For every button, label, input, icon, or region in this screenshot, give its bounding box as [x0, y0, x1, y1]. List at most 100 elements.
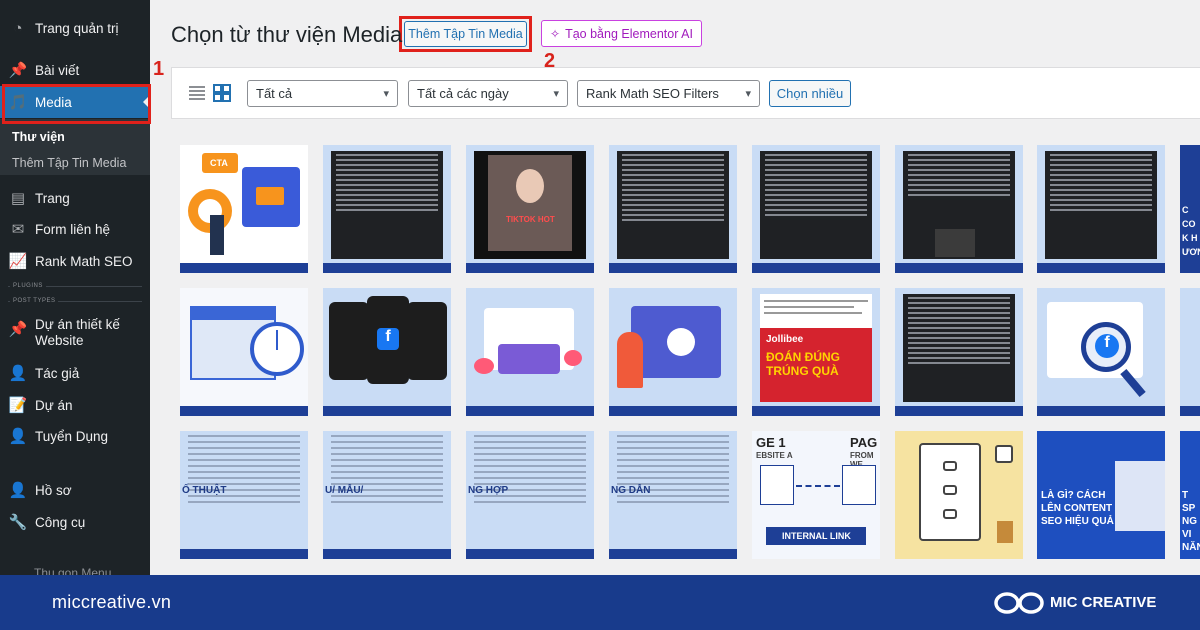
tile-caption: EBSITE A — [756, 451, 793, 460]
submenu-item-library[interactable]: Thư viện — [12, 130, 65, 144]
media-toolbar: Tất cả ▾ Tất cả các ngày ▾ Rank Math SEO… — [171, 67, 1200, 119]
footer-site: miccreative.vn — [52, 592, 172, 612]
facebook-post-preview — [331, 151, 443, 259]
brand-footer: miccreative.vn MIC CREATIVE — [0, 575, 1200, 630]
facebook-post-preview — [903, 294, 1015, 402]
select-multiple-button[interactable]: Chọn nhiều — [769, 80, 851, 107]
media-thumbnail[interactable]: f — [1037, 288, 1165, 416]
media-type-value: Tất cả — [256, 86, 293, 101]
thumbnail-band — [752, 263, 880, 273]
media-thumbnail[interactable]: f — [323, 288, 451, 416]
date-filter[interactable]: Tất cả các ngày ▾ — [408, 80, 568, 107]
sidebar-item-rank-math[interactable]: 📈 Rank Math SEO — [0, 245, 150, 277]
sidebar-item-recruitment[interactable]: 👤 Tuyển Dụng — [0, 420, 150, 452]
grid-view-icon[interactable] — [213, 84, 231, 102]
sidebar-item-label: Tác giả — [35, 365, 80, 381]
thumbnail-band — [609, 406, 737, 416]
collapse-menu[interactable]: Thu gọn Menu — [34, 566, 111, 575]
sidebar-item-label: Trang quản trị — [35, 20, 119, 36]
sidebar-item-label: Tuyển Dụng — [35, 428, 109, 444]
thumbnail-band — [180, 549, 308, 559]
document-icon: 📝 — [8, 396, 28, 414]
media-type-filter[interactable]: Tất cả ▾ — [247, 80, 398, 107]
media-thumbnail[interactable] — [609, 288, 737, 416]
media-thumbnail[interactable] — [895, 288, 1023, 416]
internal-link-label: INTERNAL LINK — [782, 531, 851, 541]
tiktok-label: TIKTOK HOT — [506, 215, 555, 224]
sidebar-item-profile[interactable]: 👤 Hồ sơ — [0, 474, 150, 506]
sidebar-item-web-projects[interactable]: 📌 Dự án thiết kế Website — [0, 317, 150, 357]
annotation-1: 1 — [153, 58, 165, 80]
sidebar-item-projects[interactable]: 📝 Dự án — [0, 389, 150, 421]
sidebar-item-posts[interactable]: 📌 Bài viết — [0, 54, 150, 86]
jollibee-brand: Jollibee — [766, 334, 804, 345]
sidebar-item-label: Trang — [35, 190, 70, 206]
sidebar-item-pages[interactable]: ▤ Trang — [0, 182, 150, 214]
sidebar-item-contact-form[interactable]: ✉ Form liên hệ — [0, 213, 150, 245]
tile-caption: U/ MẪU/ — [325, 485, 364, 496]
add-media-button[interactable]: Thêm Tập Tin Media — [404, 21, 527, 47]
chevron-down-icon: ▾ — [383, 88, 389, 100]
media-thumbnail[interactable]: Ố THUẬT — [180, 431, 308, 559]
thumbnail-band — [609, 549, 737, 559]
cta-label: CTA — [210, 158, 228, 168]
thumbnail-band — [609, 263, 737, 273]
media-thumbnail[interactable]: LÀ GÌ? CÁCH LÊN CONTENT SEO HIỆU QUẢ — [1037, 431, 1165, 559]
media-thumbnail[interactable] — [466, 288, 594, 416]
media-thumbnail[interactable] — [895, 431, 1023, 559]
sidebar-item-tools[interactable]: 🔧 Công cụ — [0, 506, 150, 538]
thumbnail-band — [323, 263, 451, 273]
media-thumbnail[interactable]: GE 1 PAG EBSITE A FROM WE INTERNAL LINK — [752, 431, 880, 559]
elementor-ai-label: Tạo bằng Elementor AI — [565, 26, 693, 41]
sidebar-item-authors[interactable]: 👤 Tác giả — [0, 357, 150, 389]
thumbnail-band — [180, 406, 308, 416]
mic-creative-logo-icon — [994, 592, 1044, 614]
seo-filter-value: Rank Math SEO Filters — [586, 86, 719, 101]
user-icon: 👤 — [8, 427, 28, 445]
sidebar-item-label: Bài viết — [35, 62, 80, 78]
facebook-icon: f — [1095, 334, 1119, 358]
dashboard-icon: ◔ — [13, 19, 23, 37]
media-thumbnail[interactable]: T SP NG VI NĂN — [1180, 431, 1200, 559]
date-filter-value: Tất cả các ngày — [417, 86, 509, 101]
sidebar-item-dashboard[interactable]: ◔ Trang quản trị — [0, 12, 150, 44]
chart-icon: 📈 — [8, 252, 28, 270]
list-view-icon[interactable] — [188, 84, 206, 102]
pin-icon: 📌 — [8, 320, 28, 338]
media-thumbnail[interactable] — [180, 288, 308, 416]
media-thumbnail[interactable]: Jollibee ĐOÁN ĐÚNG TRÚNG QUÀ — [752, 288, 880, 416]
sidebar-item-label: Hồ sơ — [35, 482, 72, 498]
media-thumbnail[interactable]: U/ MẪU/ — [323, 431, 451, 559]
facebook-icon: f — [377, 328, 399, 350]
media-thumbnail[interactable] — [323, 145, 451, 273]
submenu-item-add-media[interactable]: Thêm Tập Tin Media — [12, 156, 126, 170]
media-thumbnail[interactable] — [752, 145, 880, 273]
user-icon: 👤 — [8, 364, 28, 382]
media-thumbnail[interactable]: NG DẪN — [609, 431, 737, 559]
media-thumbnail[interactable] — [1037, 145, 1165, 273]
sparkle-icon: ✧ — [550, 26, 561, 41]
facebook-post-preview — [1045, 151, 1157, 259]
separator-label-post-types: POST TYPES — [10, 298, 59, 304]
media-thumbnail[interactable]: NG HỢP — [466, 431, 594, 559]
sidebar-item-label: Rank Math SEO — [35, 253, 133, 269]
sidebar-item-label: Form liên hệ — [35, 221, 111, 237]
tile-caption: LÀ GÌ? CÁCH LÊN CONTENT SEO HIỆU QUẢ — [1041, 490, 1114, 527]
tile-caption: C CO K H ƯƠNG — [1182, 205, 1200, 257]
sidebar-item-label: Công cụ — [35, 514, 86, 530]
media-thumbnail[interactable] — [1180, 288, 1200, 416]
media-thumbnail[interactable]: C CO K H ƯƠNG — [1180, 145, 1200, 273]
thumbnail-band — [1037, 263, 1165, 273]
media-thumbnail[interactable]: TIKTOK HOT — [466, 145, 594, 273]
page-title: Chọn từ thư viện Media — [171, 22, 403, 47]
mail-icon: ✉ — [11, 220, 25, 238]
media-thumbnail[interactable]: CTA — [180, 145, 308, 273]
thumbnail-band — [752, 406, 880, 416]
thumbnail-band — [323, 406, 451, 416]
seo-filter[interactable]: Rank Math SEO Filters ▾ — [577, 80, 760, 107]
elementor-ai-button[interactable]: ✧ Tạo bằng Elementor AI — [541, 20, 702, 47]
media-thumbnail[interactable] — [609, 145, 737, 273]
tile-caption: Ố THUẬT — [182, 485, 227, 496]
thumbnail-band — [1180, 406, 1200, 416]
media-thumbnail[interactable] — [895, 145, 1023, 273]
